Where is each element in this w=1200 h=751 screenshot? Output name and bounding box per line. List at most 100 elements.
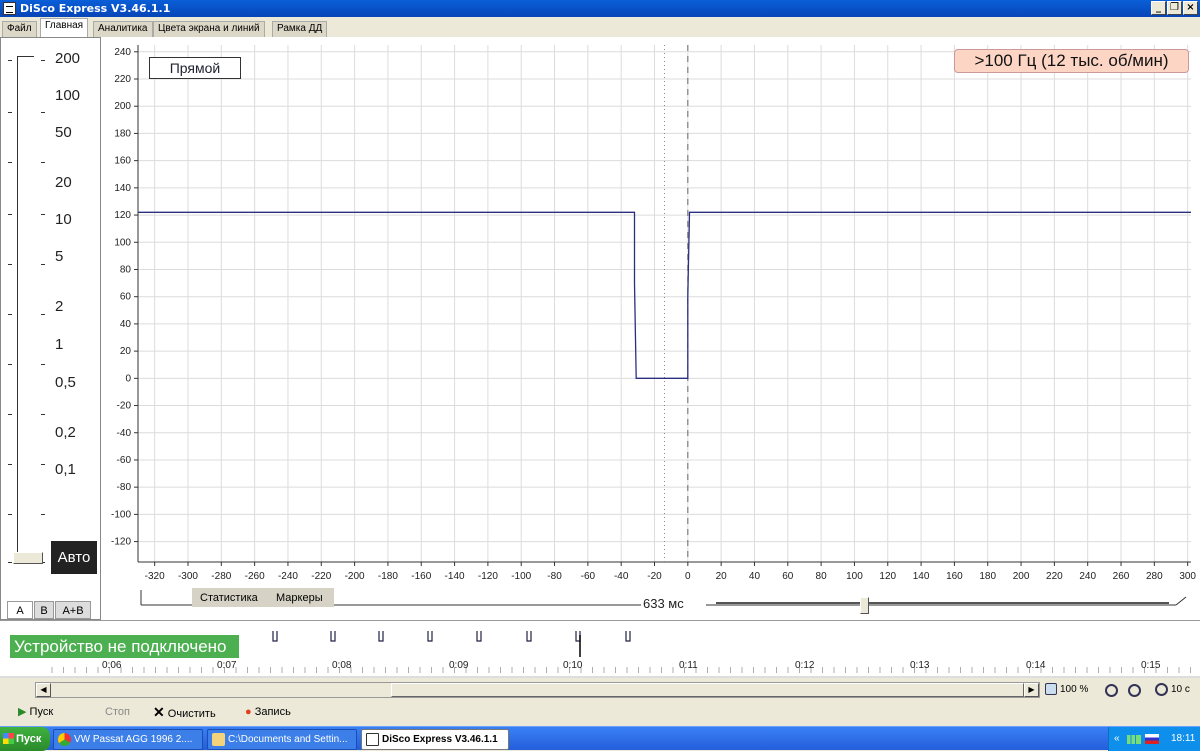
page-zoom-icon <box>1045 683 1057 696</box>
x-tick-label: -80 <box>547 571 562 582</box>
scale-slider-track[interactable] <box>17 56 34 562</box>
scale-tick <box>41 414 45 415</box>
scroll-right-button[interactable]: ▶ <box>1024 683 1039 697</box>
x-tick-label: 120 <box>879 571 896 582</box>
task-browser[interactable]: VW Passat AGG 1996 2.... <box>53 729 203 750</box>
play-label: Пуск <box>29 706 54 718</box>
start-button[interactable]: Пуск <box>0 727 50 751</box>
horizontal-scrollbar[interactable]: ◀ ▶ <box>35 682 1040 698</box>
scale-tick <box>8 562 12 563</box>
x-tick-label: -180 <box>378 571 398 582</box>
channel-tab-ab[interactable]: A+B <box>55 601 91 619</box>
x-tick-label: 220 <box>1046 571 1063 582</box>
y-tick-label: 240 <box>114 47 131 58</box>
zoom-percent-control[interactable]: 100 % <box>1045 683 1088 697</box>
restore-button[interactable]: ❐ <box>1167 1 1182 15</box>
subtab-statistics[interactable]: Статистика <box>200 588 258 608</box>
stop-button[interactable]: Стоп <box>105 704 130 720</box>
y-tick-label: -100 <box>111 509 131 520</box>
menu-tabs: Файл Главная Аналитика Цвета экрана и ли… <box>0 18 1200 37</box>
x-tick-label: 80 <box>816 571 828 582</box>
scroll-left-button[interactable]: ◀ <box>36 683 51 697</box>
tab-screen-colors[interactable]: Цвета экрана и линий <box>153 21 265 37</box>
oscilloscope-plot[interactable]: 240 220 200 180 160 140 120 100 80 60 40 20 0 -20 -40-… <box>101 37 1200 620</box>
zoom-out-icon[interactable] <box>1105 684 1118 697</box>
channel-tab-b[interactable]: B <box>34 601 54 619</box>
scale-label[interactable]: 10 <box>55 211 72 228</box>
x-tick-label: 200 <box>1013 571 1030 582</box>
record-button[interactable]: ● Запись <box>245 704 291 720</box>
mode-label[interactable]: Прямой <box>149 57 241 79</box>
clear-button[interactable]: ✕ Очистить <box>153 704 216 720</box>
y-tick-label: 20 <box>120 346 132 357</box>
tab-main[interactable]: Главная <box>40 18 89 37</box>
timeline-label: 0:10 <box>563 660 583 671</box>
tab-analytics[interactable]: Аналитика <box>93 21 153 37</box>
x-tick-label: -260 <box>245 571 265 582</box>
zoom-time-control[interactable]: 10 с <box>1155 683 1190 697</box>
x-tick-label: -100 <box>511 571 531 582</box>
timeline[interactable]: Устройство не подключено 0:06 0:07 0:08 0:0… <box>0 620 1200 678</box>
scale-label[interactable]: 5 <box>55 248 63 265</box>
y-tick-label: -120 <box>111 537 131 548</box>
scale-tick <box>41 60 45 61</box>
scale-tick <box>8 162 12 163</box>
scale-label[interactable]: 0,5 <box>55 374 76 391</box>
scale-label[interactable]: 20 <box>55 174 72 191</box>
close-button[interactable]: × <box>1183 1 1198 15</box>
pulse-marker <box>476 631 482 642</box>
stop-label: Стоп <box>105 706 130 718</box>
system-tray: « 18:11 <box>1108 727 1200 751</box>
scale-tick <box>41 464 45 465</box>
device-status-badge: Устройство не подключено <box>10 635 239 658</box>
x-tick-label: 180 <box>979 571 996 582</box>
y-tick-label: 40 <box>120 319 132 330</box>
auto-button[interactable]: Авто <box>51 541 97 574</box>
minimize-button[interactable]: _ <box>1151 1 1166 15</box>
frequency-label: >100 Гц (12 тыс. об/мин) <box>954 49 1189 73</box>
signal-chart[interactable]: 240220200180160140120100806040200-20-40-… <box>101 37 1200 620</box>
subtab-markers[interactable]: Маркеры <box>276 588 323 608</box>
clear-icon: ✕ <box>153 704 165 720</box>
scale-label[interactable]: 2 <box>55 298 63 315</box>
x-tick-label: 140 <box>913 571 930 582</box>
scale-tick <box>41 514 45 515</box>
tray-expand-button[interactable]: « <box>1114 727 1120 751</box>
app-icon <box>366 733 379 746</box>
task-disco-label: DiSco Express V3.46.1.1 <box>382 734 498 745</box>
task-disco[interactable]: DiSco Express V3.46.1.1 <box>361 729 509 750</box>
language-flag-icon[interactable] <box>1145 734 1159 744</box>
x-tick-label: -120 <box>478 571 498 582</box>
y-tick-label: 80 <box>120 264 132 275</box>
window-title: DiSco Express V3.46.1.1 <box>20 2 171 15</box>
x-tick-label: -140 <box>445 571 465 582</box>
scale-label[interactable]: 0,2 <box>55 424 76 441</box>
timeline-label: 0:15 <box>1141 660 1161 671</box>
scroll-thumb[interactable] <box>391 683 1024 697</box>
x-tick-label: 160 <box>946 571 963 582</box>
x-tick-label: -20 <box>647 571 662 582</box>
scale-label[interactable]: 200 <box>55 50 80 67</box>
scale-label[interactable]: 50 <box>55 124 72 141</box>
signal-icon <box>1127 735 1141 744</box>
channel-tab-a[interactable]: A <box>7 601 33 619</box>
scale-slider-thumb[interactable] <box>13 552 43 564</box>
scale-tick <box>41 162 45 163</box>
scale-label[interactable]: 100 <box>55 87 80 104</box>
app-icon <box>3 2 16 15</box>
tab-file[interactable]: Файл <box>2 21 37 37</box>
pulse-marker <box>330 631 336 642</box>
scale-tick <box>8 414 12 415</box>
timeline-label: 0:08 <box>332 660 352 671</box>
scale-label[interactable]: 0,1 <box>55 461 76 478</box>
timeline-label: 0:07 <box>217 660 237 671</box>
plot-subtabs: Статистика Маркеры <box>192 587 334 607</box>
scale-tick <box>41 314 45 315</box>
play-button[interactable]: ▶ Пуск <box>18 704 53 720</box>
zoom-in-icon[interactable] <box>1128 684 1141 697</box>
play-icon: ▶ <box>18 706 27 718</box>
task-explorer[interactable]: C:\Documents and Settin... <box>207 729 357 750</box>
window-slider-thumb[interactable] <box>860 597 869 614</box>
tab-frame[interactable]: Рамка ДД <box>272 21 328 37</box>
scale-label[interactable]: 1 <box>55 336 63 353</box>
